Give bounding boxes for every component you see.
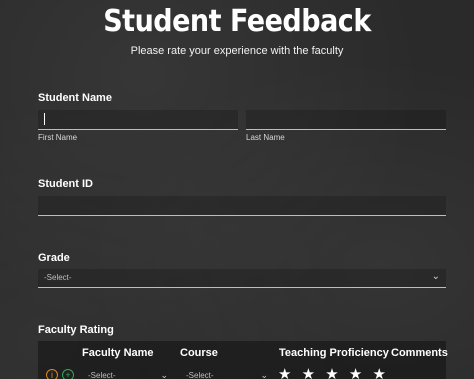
column-header-teaching-proficiency: Teaching Proficiency: [279, 347, 389, 359]
faculty-rating-table: Faculty Name Course Teaching Proficiency…: [38, 341, 448, 379]
first-name-sublabel: First Name: [38, 133, 78, 142]
student-id-input[interactable]: [38, 196, 446, 216]
info-icon[interactable]: i: [46, 369, 58, 379]
faculty-name-select-value: -Select-: [88, 371, 116, 379]
column-header-comments: Comments: [391, 347, 448, 359]
grade-select-value: -Select-: [44, 273, 72, 282]
grade-select[interactable]: -Select- ⌄: [38, 269, 446, 288]
column-header-course: Course: [180, 347, 218, 359]
course-select[interactable]: -Select- ⌄: [186, 370, 268, 379]
course-select-value: -Select-: [186, 371, 214, 379]
chevron-down-icon: ⌄: [260, 370, 268, 379]
chevron-down-icon: ⌄: [431, 271, 440, 282]
form-subtitle: Please rate your experience with the fac…: [130, 45, 344, 57]
grade-label: Grade: [38, 252, 70, 264]
last-name-sublabel: Last Name: [246, 133, 285, 142]
column-header-faculty-name: Faculty Name: [82, 347, 154, 359]
form-title: Student Feedback: [103, 4, 371, 39]
chevron-down-icon: ⌄: [160, 370, 168, 379]
text-cursor: [44, 113, 45, 125]
star-rating[interactable]: ★ ★ ★ ★ ★: [278, 365, 389, 379]
faculty-name-select[interactable]: -Select- ⌄: [88, 370, 168, 379]
student-name-label: Student Name: [38, 92, 112, 104]
plus-circle-icon[interactable]: +: [62, 369, 74, 379]
student-id-label: Student ID: [38, 178, 93, 190]
faculty-rating-label: Faculty Rating: [38, 324, 114, 336]
last-name-input[interactable]: [246, 110, 446, 130]
first-name-input[interactable]: [38, 110, 238, 130]
feedback-form: Student Feedback Please rate your experi…: [0, 0, 474, 379]
